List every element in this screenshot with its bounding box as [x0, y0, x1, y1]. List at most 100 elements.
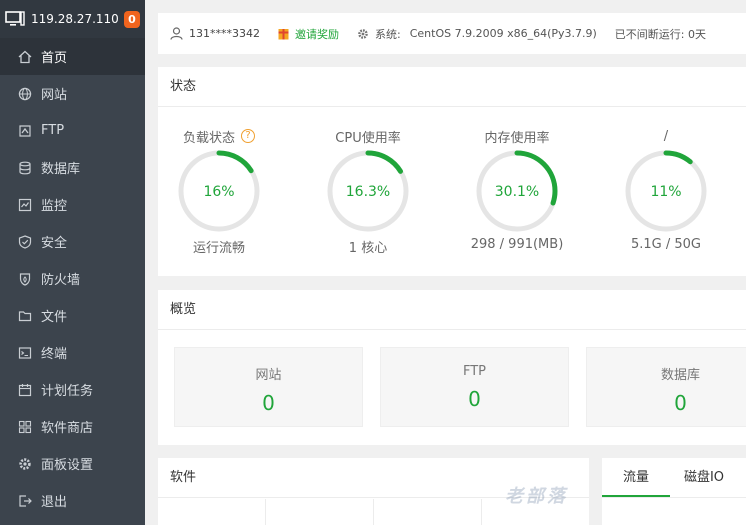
overview-card[interactable]: FTP 0	[380, 347, 569, 427]
sidebar-item-label: 首页	[41, 51, 68, 66]
shield-icon	[18, 234, 32, 249]
gauge-value: 16%	[203, 184, 234, 200]
gauge-label: /	[663, 128, 669, 144]
gauge-label-row: /	[606, 128, 726, 144]
sidebar-item-label: 终端	[41, 347, 68, 362]
apps-icon	[18, 420, 32, 434]
folder-icon	[18, 309, 32, 323]
sidebar-item-label: 监控	[41, 199, 68, 214]
sidebar-item-label: 网站	[41, 88, 68, 103]
gauge-label-row: 内存使用率	[457, 128, 577, 146]
overview-card[interactable]: 网站 0	[174, 347, 363, 427]
sidebar-item[interactable]: 网站	[0, 75, 145, 112]
gift-icon	[278, 29, 289, 40]
invite-reward-link[interactable]: 邀请奖励	[278, 26, 339, 42]
sidebar-item[interactable]: 安全	[0, 223, 145, 260]
gauge[interactable]: 负载状态? 16% 运行流畅	[159, 107, 279, 256]
sidebar-item-label: 软件商店	[41, 421, 94, 436]
gauge-subtext: 298 / 991(MB)	[470, 237, 564, 252]
help-icon[interactable]: ?	[241, 129, 255, 143]
gauge[interactable]: 内存使用率 30.1% 298 / 991(MB)	[457, 107, 577, 253]
gauge-ring: 16.3%	[327, 150, 409, 232]
server-header: 119.28.27.110 0	[0, 0, 145, 38]
gauge-label: 内存使用率	[484, 130, 550, 146]
user-name: 131****3342	[189, 27, 260, 40]
gauge-subtext: 1 核心	[348, 241, 388, 256]
gauge-ring: 11%	[625, 150, 707, 232]
tab-disk-io[interactable]: 磁盘IO	[670, 458, 738, 497]
software-grid-divider	[265, 499, 266, 525]
tab-traffic[interactable]: 流量	[602, 458, 670, 497]
gauge-ring: 30.1%	[476, 150, 558, 232]
sidebar-item-label: 数据库	[41, 162, 81, 177]
gauge-label-row: CPU使用率	[308, 128, 428, 146]
overview-panel: 概览 网站 0 FTP 0 数据库 0	[158, 290, 746, 445]
computer-icon	[5, 11, 25, 26]
uptime-label: 已不间断运行: 0天	[614, 27, 706, 41]
sidebar-item-label: 安全	[41, 236, 68, 251]
home-icon	[18, 50, 32, 64]
calendar-icon	[18, 383, 32, 397]
globe-icon	[18, 87, 32, 101]
invite-label: 邀请奖励	[295, 27, 339, 41]
sidebar-item[interactable]: 数据库	[0, 149, 145, 186]
system-info: 系统: CentOS 7.9.2009 x86_64(Py3.7.9)	[357, 26, 597, 42]
sidebar-item[interactable]: 监控	[0, 186, 145, 223]
gauge-value: 30.1%	[495, 184, 539, 200]
traffic-panel: 流量 磁盘IO	[602, 458, 746, 525]
top-bar: 131****3342 邀请奖励 系统: CentOS 7.9.2009 x86…	[158, 13, 746, 54]
database-icon	[18, 161, 32, 175]
watermark: 老部落	[505, 486, 568, 507]
sidebar-item-label: FTP	[41, 123, 65, 138]
gauge-subtext: 5.1G / 50G	[630, 237, 701, 252]
overview-card-label: 数据库	[660, 368, 700, 383]
user-account[interactable]: 131****3342	[170, 27, 260, 40]
sidebar: 119.28.27.110 0 首页网站 FTP 数据库监控安全防火墙文件终端计划任…	[0, 0, 145, 525]
sidebar-item-label: 防火墙	[41, 273, 81, 288]
overview-card-label: 网站	[255, 368, 282, 383]
gauge-value: 16.3%	[346, 184, 390, 200]
sidebar-item[interactable]: 防火墙	[0, 260, 145, 297]
gear-icon	[358, 28, 368, 39]
overview-title: 概览	[158, 290, 746, 330]
sidebar-item[interactable]: 终端	[0, 334, 145, 371]
system-value: CentOS 7.9.2009 x86_64(Py3.7.9)	[409, 27, 597, 40]
ftp-icon	[18, 124, 32, 138]
sidebar-item[interactable]: 首页	[0, 38, 145, 75]
sidebar-item-label: 面板设置	[41, 458, 94, 473]
sidebar-item[interactable]: 软件商店	[0, 408, 145, 445]
sidebar-item[interactable]: 计划任务	[0, 371, 145, 408]
overview-card-value: 0	[674, 391, 687, 415]
software-grid-divider	[373, 499, 374, 525]
software-grid-divider	[481, 499, 482, 525]
overview-card-value: 0	[262, 391, 275, 415]
gear-icon	[18, 457, 32, 471]
sidebar-item[interactable]: FTP	[0, 112, 145, 149]
sidebar-item[interactable]: 文件	[0, 297, 145, 334]
gauge-ring: 16%	[178, 150, 260, 232]
gauge[interactable]: / 11% 5.1G / 50G	[606, 107, 726, 252]
sidebar-item-label: 退出	[41, 495, 68, 510]
user-icon	[170, 27, 183, 40]
gauge-label: CPU使用率	[335, 130, 401, 146]
sidebar-item[interactable]: 面板设置	[0, 445, 145, 482]
gauge[interactable]: CPU使用率 16.3% 1 核心	[308, 107, 428, 256]
notification-badge[interactable]: 0	[124, 10, 140, 28]
system-label: 系统:	[375, 27, 401, 41]
sidebar-item-label: 计划任务	[41, 384, 94, 399]
sidebar-item[interactable]: 退出	[0, 482, 145, 519]
gauge-subtext: 运行流畅	[192, 241, 245, 256]
status-title: 状态	[158, 67, 746, 107]
sidebar-item-label: 文件	[41, 310, 68, 325]
firewall-icon	[18, 272, 32, 286]
overview-card[interactable]: 数据库 0	[586, 347, 746, 427]
status-panel: 状态 负载状态? 16% 运行流畅 CPU使用率 16.3% 1 核心 内存使用率 30.1%…	[158, 67, 746, 276]
gauge-label-row: 负载状态?	[159, 128, 279, 146]
terminal-icon	[18, 346, 32, 360]
overview-card-label: FTP	[462, 364, 487, 379]
monitor-icon	[18, 198, 32, 212]
sidebar-menu: 首页网站 FTP 数据库监控安全防火墙文件终端计划任务软件商店面板设置退出	[0, 38, 145, 519]
overview-card-value: 0	[468, 387, 481, 411]
logout-icon	[18, 494, 32, 508]
traffic-tabs: 流量 磁盘IO	[602, 458, 746, 498]
